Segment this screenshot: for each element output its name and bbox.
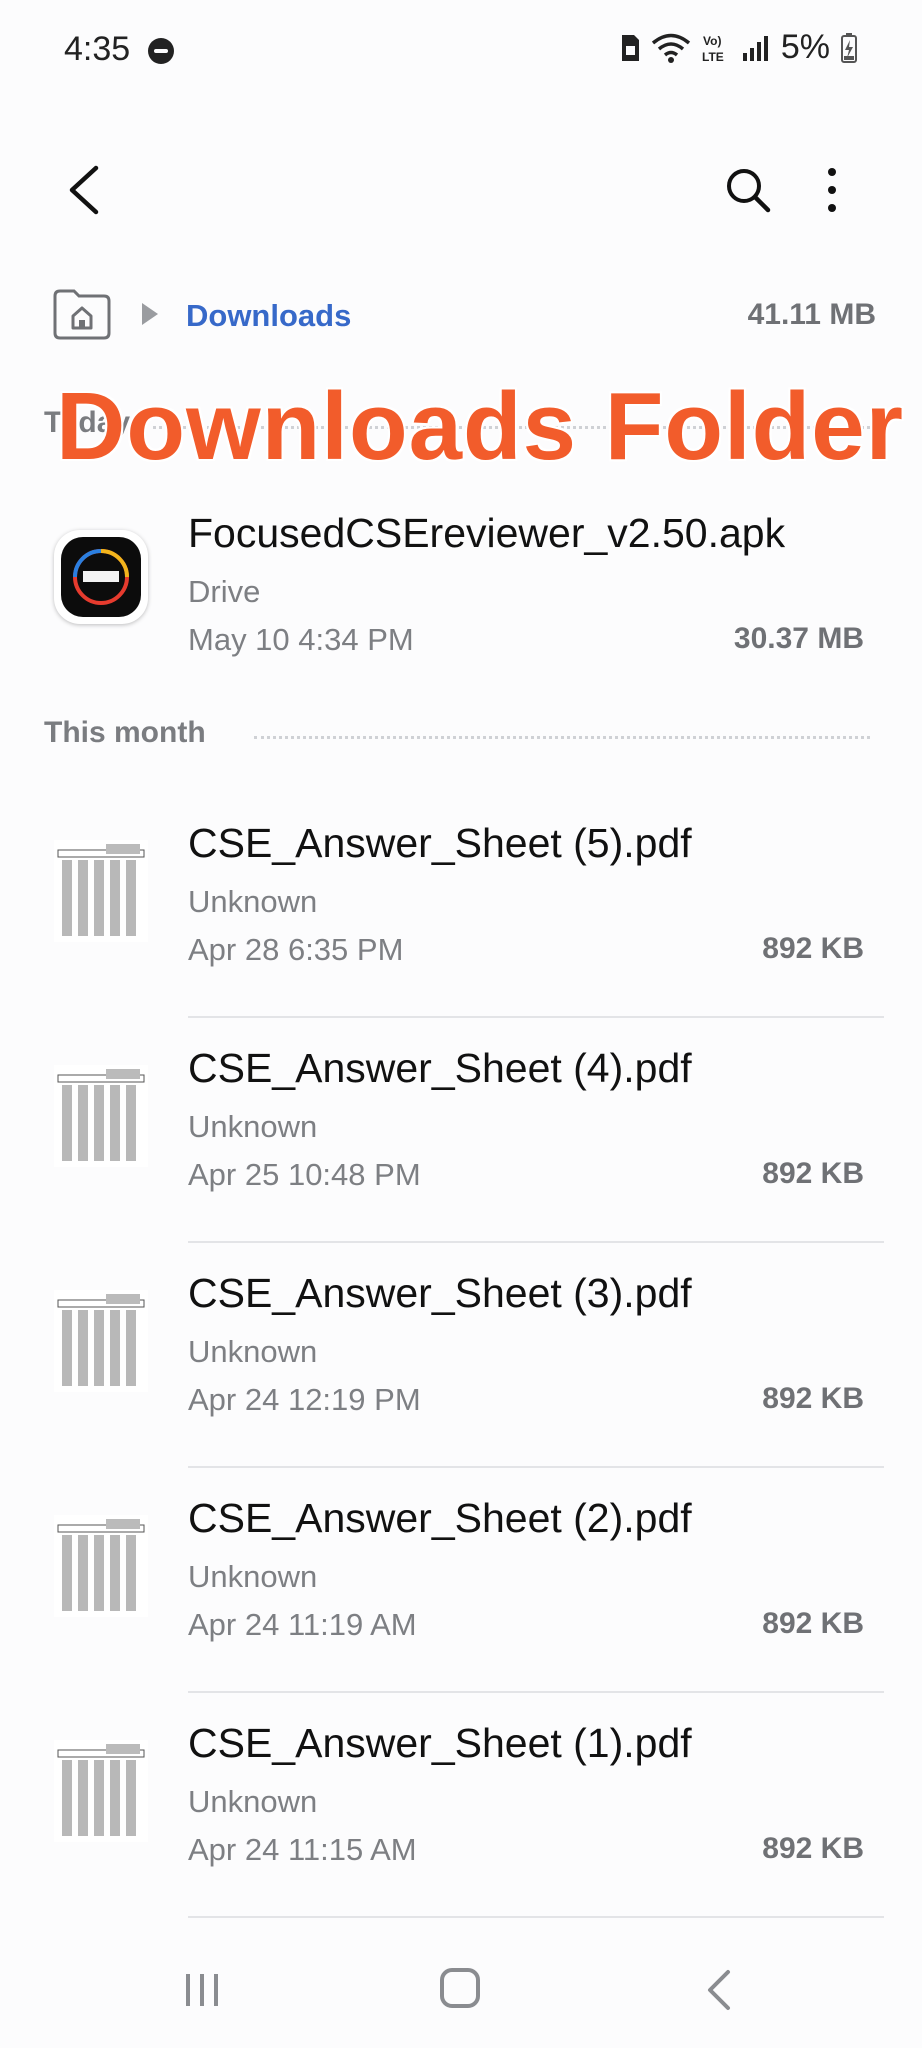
row-divider [188,1691,884,1693]
file-source: Unknown [188,884,318,919]
row-divider [188,1016,884,1018]
folder-size: 41.11 MB [747,298,876,331]
pdf-thumbnail-icon [54,1515,148,1617]
svg-text:Vo): Vo) [703,34,721,48]
file-row-pdf[interactable]: CSE_Answer_Sheet (5).pdf Unknown Apr 28 … [0,794,922,1018]
back-button[interactable] [60,162,110,218]
file-date: Apr 24 12:19 PM [188,1382,421,1417]
battery-charging-icon [841,32,857,63]
status-icons: Vo) LTE 5% [619,28,858,67]
status-bar: 4:35 Vo) LTE 5% [0,0,922,100]
home-folder-icon[interactable] [52,288,112,340]
recents-icon [186,1974,218,2006]
file-size: 892 KB [762,1832,864,1865]
file-source: Unknown [188,1784,318,1819]
file-source: Unknown [188,1559,318,1594]
signal-icon [742,35,768,61]
file-row-pdf[interactable]: CSE_Answer_Sheet (2).pdf Unknown Apr 24 … [0,1469,922,1693]
search-icon [727,169,771,213]
nav-back-button[interactable] [704,1968,734,2012]
row-divider [188,1916,884,1918]
file-name: CSE_Answer_Sheet (5).pdf [188,820,692,866]
pdf-thumbnail-icon [54,840,148,942]
file-row-pdf[interactable]: CSE_Answer_Sheet (1).pdf Unknown Apr 24 … [0,1694,922,1918]
overlay-title: Downloads Folder [56,373,905,480]
apk-app-icon [54,530,148,624]
file-row-pdf[interactable]: CSE_Answer_Sheet (4).pdf Unknown Apr 25 … [0,1019,922,1243]
file-size: 892 KB [762,1157,864,1190]
file-size: 892 KB [762,932,864,965]
pdf-thumbnail-icon [54,1065,148,1167]
pdf-thumbnail-icon [54,1290,148,1392]
file-date: May 10 4:34 PM [188,622,414,657]
file-date: Apr 24 11:19 AM [188,1607,417,1642]
do-not-disturb-icon [148,38,174,64]
file-name: CSE_Answer_Sheet (3).pdf [188,1270,692,1316]
breadcrumb: Downloads 41.11 MB [52,284,876,346]
file-size: 892 KB [762,1382,864,1415]
file-name: CSE_Answer_Sheet (2).pdf [188,1495,692,1541]
recents-button[interactable] [180,1970,224,2010]
back-arrow-icon [69,165,99,215]
file-size: 30.37 MB [733,622,864,655]
more-options-button[interactable] [812,162,852,218]
row-divider [188,1466,884,1468]
file-source: Unknown [188,1109,318,1144]
file-source: Drive [188,574,261,609]
file-row-pdf[interactable]: CSE_Answer_Sheet (3).pdf Unknown Apr 24 … [0,1244,922,1468]
sim-icon [621,34,639,61]
file-source: Unknown [188,1334,318,1369]
section-divider-line [254,736,870,739]
file-date: Apr 24 11:15 AM [188,1832,417,1867]
more-vertical-icon [828,168,836,212]
file-size: 892 KB [762,1607,864,1640]
file-name: CSE_Answer_Sheet (1).pdf [188,1720,692,1766]
row-divider [188,1241,884,1243]
file-name: CSE_Answer_Sheet (4).pdf [188,1045,692,1091]
wifi-icon [651,33,690,63]
section-header-this-month: This month [44,716,870,756]
svg-text:LTE: LTE [702,50,724,64]
file-date: Apr 25 10:48 PM [188,1157,421,1192]
status-time: 4:35 [64,30,131,68]
home-icon[interactable] [440,1968,480,2008]
breadcrumb-arrow-icon [142,303,158,325]
file-name: FocusedCSEreviewer_v2.50.apk [188,510,786,556]
pdf-thumbnail-icon [54,1740,148,1842]
app-bar [0,150,922,230]
section-label-this-month: This month [44,716,226,750]
breadcrumb-current-folder[interactable]: Downloads [186,298,351,334]
file-date: Apr 28 6:35 PM [188,932,404,967]
volte-icon: Vo) LTE [702,34,724,64]
navigation-bar [0,1930,922,2048]
battery-percent: 5% [780,28,830,66]
back-icon [708,1970,730,2010]
search-button[interactable] [720,162,776,218]
file-manager-screen: 4:35 Vo) LTE 5% Downloads 41.11 MB Today… [0,0,922,2048]
